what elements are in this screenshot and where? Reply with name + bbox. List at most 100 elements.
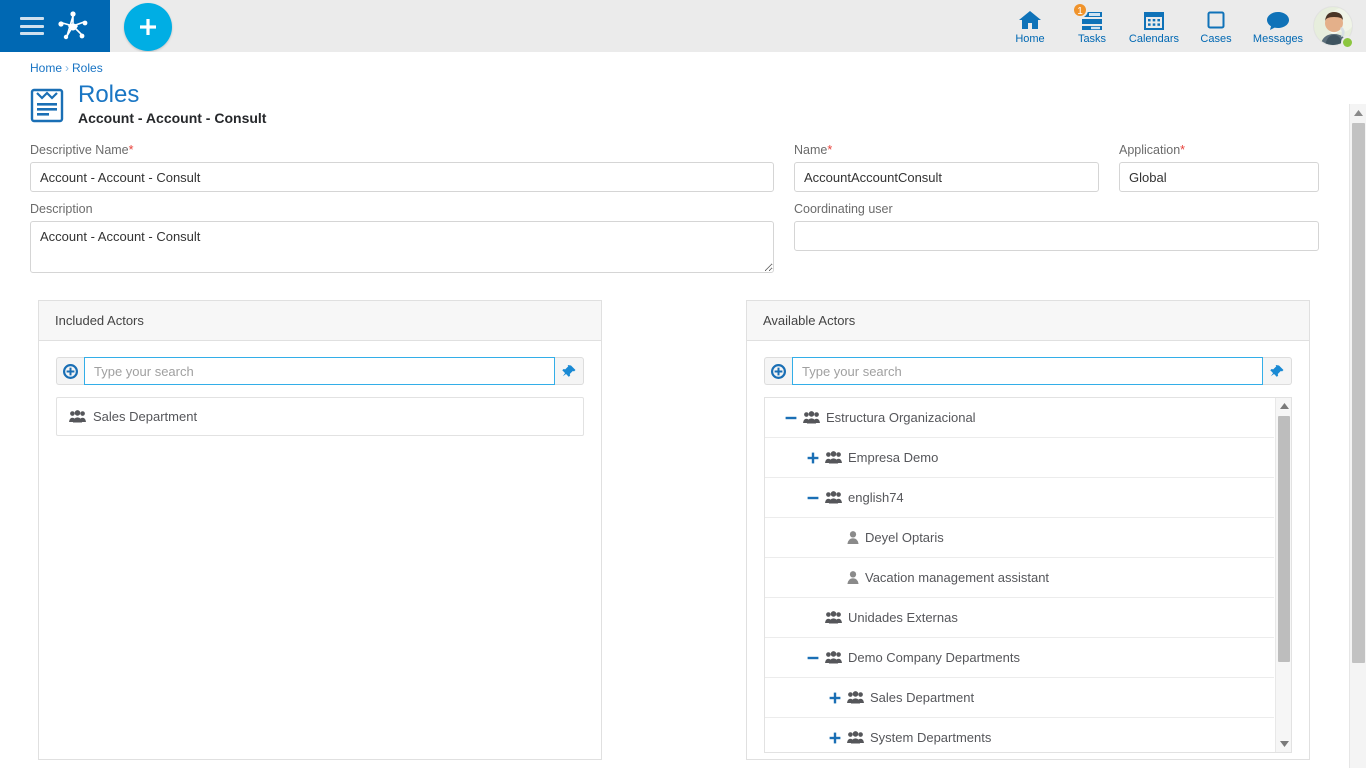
roles-form-icon (30, 88, 64, 122)
page-header: Roles Account - Account - Consult (0, 75, 1366, 127)
collapse-toggle[interactable] (807, 492, 819, 504)
expand-toggle[interactable] (829, 692, 841, 704)
page-scroll-up-icon[interactable] (1350, 104, 1366, 121)
add-circle-icon[interactable] (56, 357, 84, 385)
cases-icon (1205, 7, 1227, 31)
description-textarea[interactable]: Account - Account - Consult (30, 221, 774, 273)
list-item[interactable]: Sales Department (57, 398, 583, 435)
available-actors-tree: Estructura Organizacional Empresa Demo eng… (765, 398, 1291, 752)
collapse-toggle[interactable] (785, 412, 797, 424)
label-text-descriptive-name: Descriptive Name (30, 143, 129, 157)
add-new-button[interactable] (124, 3, 172, 51)
tree-node[interactable]: Vacation management assistant (765, 558, 1274, 598)
group-icon (847, 731, 864, 744)
nav-item-tasks[interactable]: 1 Tasks (1062, 0, 1122, 52)
page-content: Home › Roles Roles Account - Account - Con… (0, 52, 1366, 768)
nav-item-home[interactable]: Home (1000, 0, 1060, 52)
tree-node-label: Estructura Organizacional (826, 410, 976, 425)
included-actors-search-input[interactable] (84, 357, 555, 385)
user-icon (847, 531, 859, 544)
nav-item-cases[interactable]: Cases (1186, 0, 1246, 52)
tree-node-label: Unidades Externas (848, 610, 958, 625)
breadcrumb-home[interactable]: Home (30, 61, 62, 75)
user-icon (847, 571, 859, 584)
label-text-name: Name (794, 143, 828, 157)
application-input[interactable] (1119, 162, 1319, 192)
hamburger-icon[interactable] (20, 17, 44, 35)
tree-scroll-thumb[interactable] (1278, 416, 1290, 662)
calendar-icon (1143, 7, 1165, 31)
label-application: Application* (1119, 143, 1319, 157)
group-icon (825, 611, 842, 624)
page-scroll-thumb[interactable] (1352, 123, 1365, 663)
nav-label-calendars: Calendars (1128, 33, 1180, 45)
nav-label-home: Home (1015, 33, 1045, 45)
label-text-application: Application (1119, 143, 1181, 157)
tree-node-label: english74 (848, 490, 904, 505)
nav-item-messages[interactable]: Messages (1248, 0, 1308, 52)
breadcrumb: Home › Roles (0, 52, 1366, 75)
expand-toggle[interactable] (807, 452, 819, 464)
label-name: Name* (794, 143, 1099, 157)
available-actors-search-row (764, 357, 1292, 385)
breadcrumb-roles[interactable]: Roles (72, 61, 103, 75)
group-icon (825, 491, 842, 504)
top-navigation: Home 1 Tasks Calendars Cases Messages (1000, 0, 1366, 52)
tree-scrollbar[interactable] (1275, 398, 1291, 752)
tree-node[interactable]: System Departments (765, 718, 1274, 752)
collapse-minus-icon (785, 416, 797, 419)
coordinating-user-input[interactable] (794, 221, 1319, 251)
group-icon (825, 651, 842, 664)
tree-node[interactable]: Unidades Externas (765, 598, 1274, 638)
available-actors-search-input[interactable] (792, 357, 1263, 385)
messages-icon (1266, 7, 1290, 31)
included-actors-search-row (56, 357, 584, 385)
tree-node-label: Demo Company Departments (848, 650, 1020, 665)
scroll-down-icon[interactable] (1276, 736, 1291, 752)
tree-node-label: Deyel Optaris (865, 530, 944, 545)
page-scrollbar[interactable] (1349, 104, 1366, 768)
expand-toggle[interactable] (829, 732, 841, 744)
label-description: Description (30, 202, 93, 216)
tree-node-label: System Departments (870, 730, 992, 745)
tree-node[interactable]: Estructura Organizacional (765, 398, 1274, 438)
field-description: Description Account - Account - Consult (30, 202, 774, 278)
tree-node-label: Sales Department (870, 690, 975, 705)
group-icon (847, 691, 864, 704)
expand-plus-icon (807, 452, 819, 463)
deyel-logo-icon[interactable] (56, 9, 90, 43)
nav-item-calendars[interactable]: Calendars (1124, 0, 1184, 52)
page-title: Roles (78, 81, 140, 108)
group-icon (825, 651, 842, 664)
pin-icon[interactable] (1263, 357, 1292, 385)
tree-node[interactable]: Empresa Demo (765, 438, 1274, 478)
group-icon (825, 491, 842, 504)
field-descriptive-name: Descriptive Name* (30, 143, 774, 192)
scroll-up-icon[interactable] (1276, 398, 1291, 414)
add-circle-icon[interactable] (764, 357, 792, 385)
avatar[interactable] (1310, 0, 1356, 52)
tasks-badge: 1 (1072, 2, 1088, 18)
nav-label-cases: Cases (1200, 33, 1232, 45)
collapse-toggle[interactable] (807, 652, 819, 664)
group-icon (825, 451, 842, 464)
tree-node[interactable]: Deyel Optaris (765, 518, 1274, 558)
pin-icon[interactable] (555, 357, 584, 385)
breadcrumb-separator: › (65, 61, 70, 75)
tree-node[interactable]: Demo Company Departments (765, 638, 1274, 678)
tree-node[interactable]: Sales Department (765, 678, 1274, 718)
role-form: Descriptive Name* Name* Application* Des… (0, 127, 1366, 288)
collapse-minus-icon (807, 656, 819, 659)
list-item-label: Sales Department (93, 409, 198, 424)
group-icon (69, 410, 86, 423)
tree-node-label: Empresa Demo (848, 450, 939, 465)
available-actors-panel: Available Actors Type your search Estruc… (746, 300, 1310, 760)
included-actors-title: Included Actors (39, 301, 601, 341)
descriptive-name-input[interactable] (30, 162, 774, 192)
name-input[interactable] (794, 162, 1099, 192)
tree-node[interactable]: english74 (765, 478, 1274, 518)
expand-plus-icon (829, 692, 841, 703)
field-coordinating-user: Coordinating user (794, 202, 1319, 278)
group-icon (847, 691, 864, 704)
available-actors-title: Available Actors (747, 301, 1309, 341)
